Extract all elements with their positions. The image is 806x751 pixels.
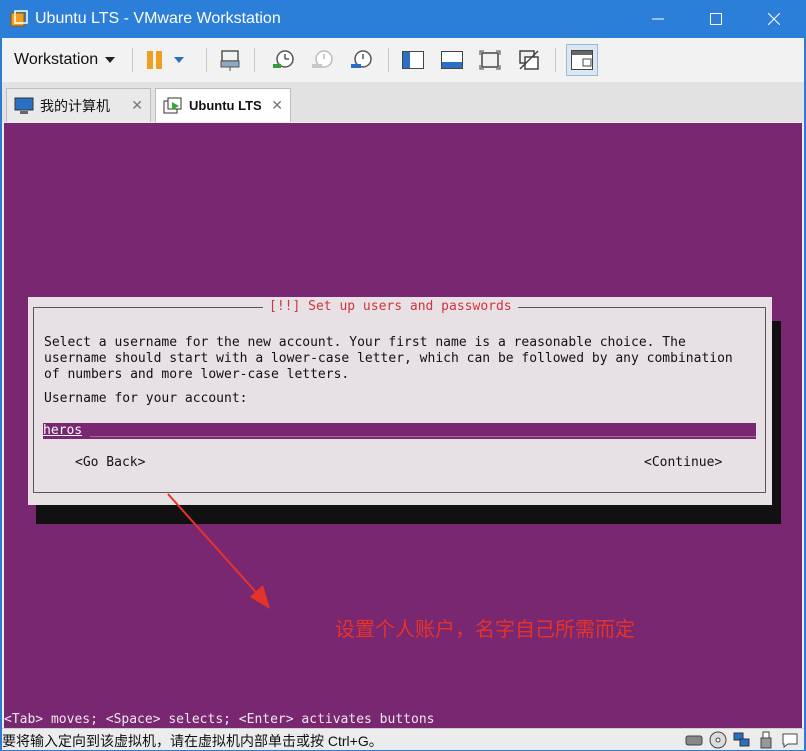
close-button[interactable] xyxy=(746,0,801,38)
device-icons xyxy=(684,730,800,749)
vm-running-icon xyxy=(163,97,183,115)
revert-snapshot-button[interactable] xyxy=(309,46,337,74)
snapshot-take-icon xyxy=(273,50,294,68)
status-message: 要将输入定向到该虚拟机，请在虚拟机内部单击或按 Ctrl+G。 xyxy=(2,733,383,749)
hard-disk-icon[interactable] xyxy=(684,730,704,749)
tab-close-icon[interactable]: ✕ xyxy=(131,97,143,114)
take-snapshot-button[interactable] xyxy=(270,46,298,74)
sidebar-icon xyxy=(402,51,424,69)
toolbar-separator xyxy=(555,48,556,72)
vm-console[interactable]: [!!] Set up users and passwords Select a… xyxy=(4,123,802,728)
snapshot-revert-icon xyxy=(312,50,333,68)
unity-button[interactable] xyxy=(515,46,543,74)
chevron-down-icon xyxy=(105,57,116,63)
workstation-client: Workstation 我的计算机 ✕ Ubuntu LTS ✕ [!!] Se… xyxy=(2,38,804,750)
console-view-icon xyxy=(441,51,463,69)
fullscreen-button[interactable] xyxy=(476,46,504,74)
message-icon[interactable] xyxy=(780,730,800,749)
toolbar: Workstation xyxy=(2,38,804,83)
thumbnail-icon xyxy=(571,50,593,70)
workstation-menu-label: Workstation xyxy=(14,51,99,68)
snapshot-manager-icon xyxy=(351,50,372,68)
tab-close-icon[interactable]: ✕ xyxy=(271,97,283,114)
dropdown-icon xyxy=(174,57,184,63)
toolbar-separator xyxy=(254,48,255,72)
snapshot-manager-button[interactable] xyxy=(348,46,376,74)
tab-label: 我的计算机 xyxy=(40,97,110,114)
send-keys-icon xyxy=(220,50,240,71)
unity-icon xyxy=(519,50,539,70)
thumbnail-view-button[interactable] xyxy=(566,44,598,76)
vmware-app-icon xyxy=(10,10,28,27)
tab-bar: 我的计算机 ✕ Ubuntu LTS ✕ xyxy=(2,82,804,122)
console-view-button[interactable] xyxy=(438,46,466,74)
pause-icon xyxy=(147,51,162,69)
title-bar: Ubuntu LTS - VMware Workstation xyxy=(0,0,806,38)
window-title: Ubuntu LTS - VMware Workstation xyxy=(35,10,281,27)
maximize-icon xyxy=(709,13,722,25)
computer-icon xyxy=(14,97,34,115)
status-bar: 要将输入定向到该虚拟机，请在虚拟机内部单击或按 Ctrl+G。 xyxy=(2,728,804,750)
annotation-text: 设置个人账户，名字自己所需而定 xyxy=(335,617,635,641)
network-icon[interactable] xyxy=(732,730,752,749)
fullscreen-icon xyxy=(479,50,501,70)
close-icon xyxy=(767,13,780,25)
toolbar-separator xyxy=(206,48,207,72)
cd-icon[interactable] xyxy=(708,730,728,749)
usb-icon[interactable] xyxy=(756,730,776,749)
show-library-button[interactable] xyxy=(399,46,427,74)
keyboard-hint: <Tab> moves; <Space> selects; <Enter> ac… xyxy=(4,712,435,727)
toolbar-separator xyxy=(132,48,133,72)
tab-ubuntu-lts[interactable]: Ubuntu LTS ✕ xyxy=(155,88,291,122)
tab-my-computer[interactable]: 我的计算机 ✕ xyxy=(6,88,151,122)
pause-button[interactable] xyxy=(141,46,169,74)
minimize-icon xyxy=(651,18,664,20)
send-ctrl-alt-del-button[interactable] xyxy=(216,46,244,74)
tab-label: Ubuntu LTS xyxy=(189,98,262,113)
maximize-button[interactable] xyxy=(688,0,743,38)
workstation-menu[interactable]: Workstation xyxy=(8,46,121,74)
toolbar-separator xyxy=(388,48,389,72)
power-dropdown-button[interactable] xyxy=(169,46,189,74)
minimize-button[interactable] xyxy=(630,0,685,38)
